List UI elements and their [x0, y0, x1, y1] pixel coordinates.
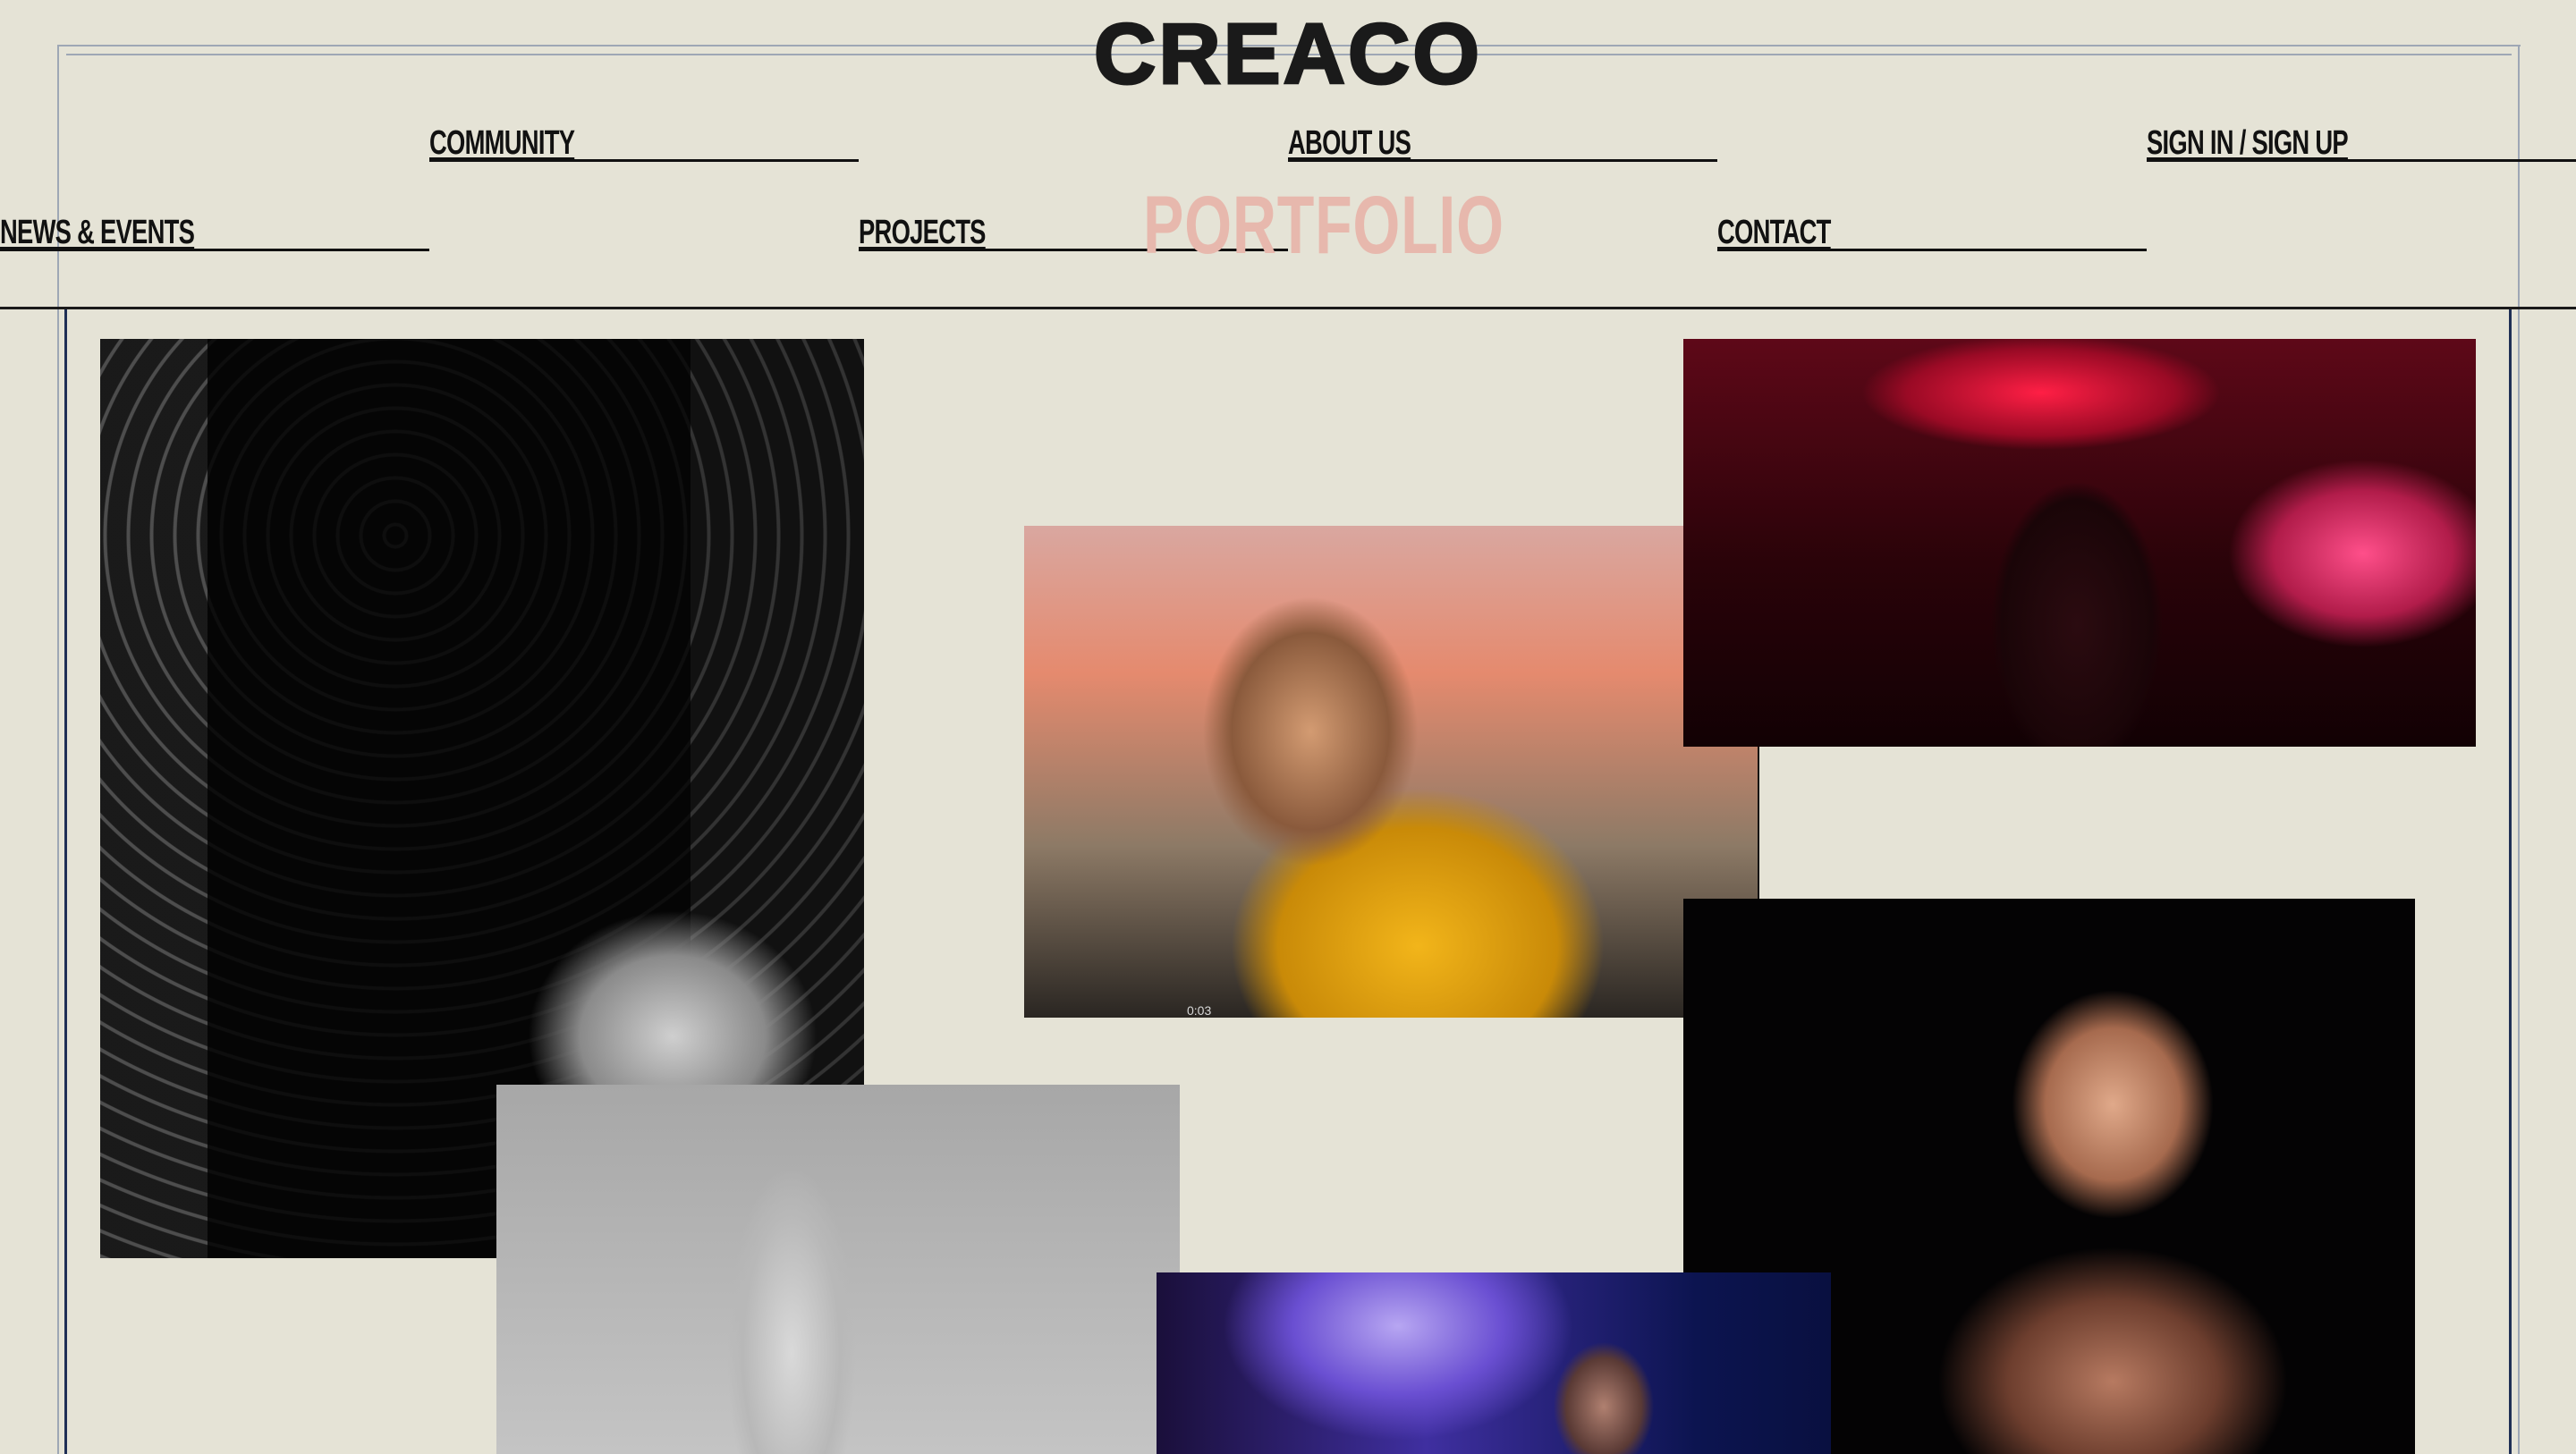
nav-community-label[interactable]: COMMUNITY [429, 124, 575, 163]
frame-left-inner [64, 309, 67, 1454]
nav-contact[interactable]: CONTACT [1717, 214, 2147, 251]
nav-sign-in-label[interactable]: SIGN IN / SIGN UP [2147, 124, 2349, 163]
current-page-title: PORTFOLIO [1143, 180, 1504, 271]
nav-community[interactable]: COMMUNITY [429, 124, 859, 162]
nav-news-events[interactable]: NEWS & EVENTS [0, 214, 429, 251]
frame-left-outer [57, 45, 59, 1454]
gallery-video-yellow-hoodie[interactable] [1024, 526, 1758, 1018]
nav-about-us-label[interactable]: ABOUT US [1288, 124, 1411, 163]
frame-right-outer [2518, 45, 2520, 1454]
nav-sign-in[interactable]: SIGN IN / SIGN UP [2147, 124, 2576, 162]
site-logo[interactable]: CREACO [0, 5, 2576, 102]
video-timestamp: 0:03 [1187, 1003, 1212, 1018]
nav-about-us[interactable]: ABOUT US [1288, 124, 1717, 162]
gallery-photo-raised-hands[interactable] [496, 1085, 1180, 1454]
nav-contact-label[interactable]: CONTACT [1717, 214, 1831, 252]
nav-news-events-label[interactable]: NEWS & EVENTS [0, 214, 195, 252]
gallery-photo-drummer-purple[interactable] [1157, 1272, 1831, 1454]
frame-right-inner [2509, 309, 2512, 1454]
header-divider [0, 307, 2576, 309]
nav-projects-label[interactable]: PROJECTS [859, 214, 986, 252]
gallery-photo-stage-performance[interactable] [1683, 339, 2476, 747]
